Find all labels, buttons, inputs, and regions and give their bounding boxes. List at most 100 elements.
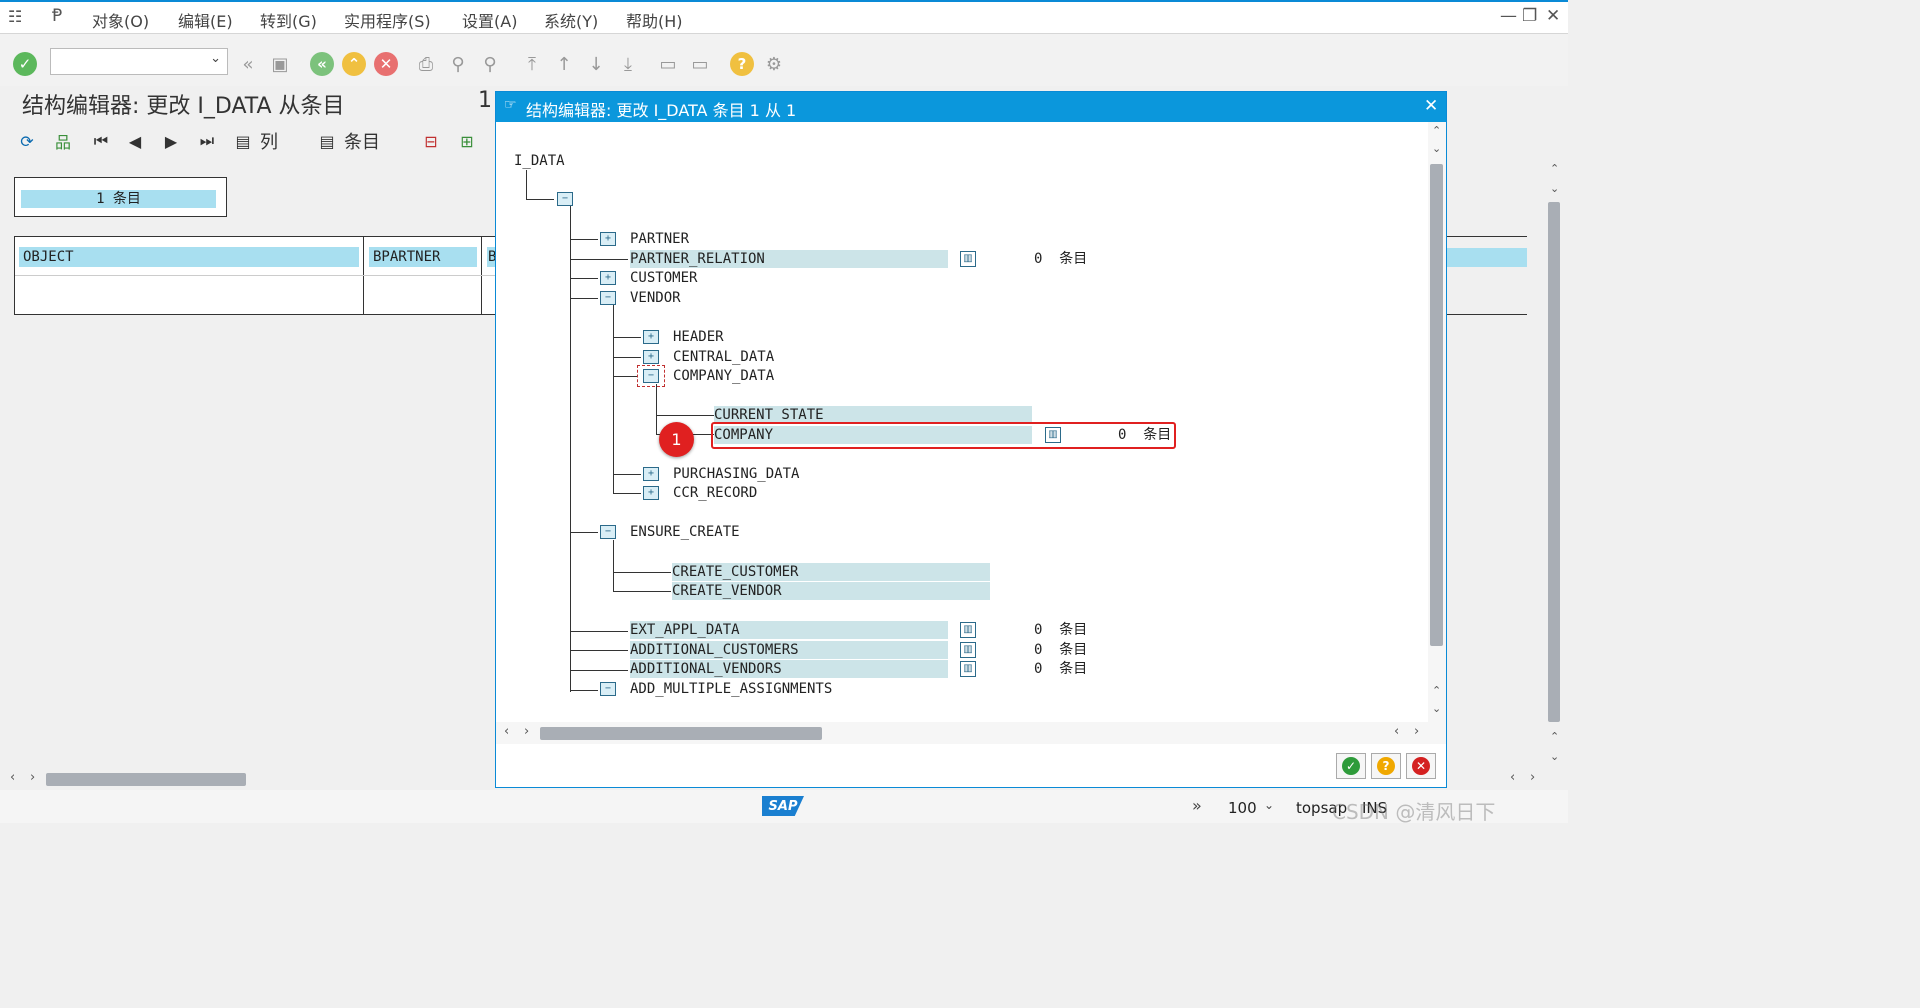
scroll-up-icon[interactable]: ⌃ <box>1432 124 1441 137</box>
scroll-down-icon[interactable]: ⌄ <box>1550 750 1559 763</box>
tree-node-company-data[interactable]: COMPANY_DATA <box>673 367 774 385</box>
dialog-close-icon[interactable]: ✕ <box>1424 96 1438 116</box>
main-vertical-scrollbar[interactable]: ⌃ ⌄ ⌃ ⌄ <box>1546 160 1564 770</box>
minimize-button[interactable]: — <box>1500 6 1517 26</box>
status-expand-icon[interactable]: » <box>1192 796 1202 815</box>
tree-node-add-multiple-assignments[interactable]: ADD_MULTIPLE_ASSIGNMENTS <box>630 680 832 698</box>
find-icon[interactable]: ⚲ <box>446 52 470 76</box>
menu-help[interactable]: 帮助(H) <box>626 8 683 32</box>
last-page-icon[interactable]: ⤓ <box>616 52 640 76</box>
last-entry-icon[interactable]: ⏭ <box>196 130 218 152</box>
menu-system[interactable]: 系统(Y) <box>544 8 598 32</box>
zoom-value[interactable]: 100 <box>1228 799 1257 817</box>
enter-check-icon[interactable]: ✓ <box>13 52 37 76</box>
menu-object[interactable]: 对象(O) <box>92 8 149 32</box>
shortcut-icon[interactable]: ▭ <box>688 52 712 76</box>
tree-node-ext-appl-data[interactable]: EXT_APPL_DATA <box>630 621 740 639</box>
cancel-button[interactable]: ✕ <box>1406 753 1436 779</box>
collapse-folder-icon[interactable]: − <box>643 369 659 383</box>
table-icon[interactable]: ▥ <box>960 251 976 267</box>
tree-node-additional-vendors[interactable]: ADDITIONAL_VENDORS <box>630 660 782 678</box>
first-page-icon[interactable]: ⤒ <box>520 52 544 76</box>
expand-folder-icon[interactable]: + <box>600 232 616 246</box>
gear-icon[interactable]: ⚙ <box>762 52 786 76</box>
dialog-horizontal-scrollbar[interactable]: ‹ › ‹ › <box>496 722 1446 744</box>
chevron-down-icon[interactable]: ⌄ <box>1264 798 1274 812</box>
scroll-down-icon[interactable]: ⌄ <box>1432 702 1441 715</box>
expand-folder-icon[interactable]: + <box>643 330 659 344</box>
scroll-left-icon[interactable]: ‹ <box>10 770 15 785</box>
scroll-thumb[interactable] <box>1430 164 1443 646</box>
dialog-vertical-scrollbar[interactable]: ⌃ ⌄ ⌃ ⌄ <box>1428 122 1446 722</box>
column-header-object[interactable]: OBJECT <box>19 247 359 267</box>
find-next-icon[interactable]: ⚲ <box>478 52 502 76</box>
dialog-menu-icon[interactable]: ☞ <box>504 97 517 113</box>
collapse-folder-icon[interactable]: − <box>600 291 616 305</box>
help-icon[interactable]: ? <box>730 52 754 76</box>
restore-button[interactable]: ❐ <box>1522 6 1537 26</box>
scroll-up-icon[interactable]: ⌃ <box>1550 162 1559 175</box>
scroll-thumb[interactable] <box>540 727 822 740</box>
menu-icon[interactable]: ☷ <box>8 7 22 26</box>
grid-horizontal-scrollbar[interactable]: ‹ › <box>0 770 495 790</box>
hierarchy-icon[interactable]: 品 <box>52 130 74 152</box>
expand-folder-icon[interactable]: + <box>600 271 616 285</box>
double-back-icon[interactable]: « <box>236 52 260 76</box>
scroll-right-icon[interactable]: › <box>1530 770 1535 785</box>
menu-settings[interactable]: 设置(A) <box>462 8 517 32</box>
expand-folder-icon[interactable]: + <box>643 486 659 500</box>
close-window-button[interactable]: ✕ <box>1546 6 1560 26</box>
menu-utilities[interactable]: 实用程序(S) <box>344 8 431 32</box>
save-icon[interactable]: ▣ <box>268 52 292 76</box>
scroll-down-icon[interactable]: ⌄ <box>1550 182 1559 195</box>
scroll-down-icon[interactable]: ⌄ <box>1432 142 1441 155</box>
new-session-icon[interactable]: ▭ <box>656 52 680 76</box>
entries-button[interactable]: ▤ 条目 <box>316 128 380 154</box>
tree-node-vendor[interactable]: VENDOR <box>630 289 681 307</box>
previous-entry-icon[interactable]: ◀ <box>124 130 146 152</box>
collapse-folder-icon[interactable]: − <box>600 525 616 539</box>
chevron-down-icon[interactable]: ⌄ <box>210 51 221 66</box>
table-icon[interactable]: ▥ <box>960 661 976 677</box>
tree-node-create-vendor[interactable]: CREATE_VENDOR <box>672 582 782 600</box>
scroll-left-icon[interactable]: ‹ <box>1510 770 1515 785</box>
tree-node-header[interactable]: HEADER <box>673 328 724 346</box>
tree-node-create-customer[interactable]: CREATE_CUSTOMER <box>672 563 798 581</box>
scroll-thumb[interactable] <box>46 773 246 786</box>
confirm-button[interactable]: ✓ <box>1336 753 1366 779</box>
next-page-icon[interactable]: ↓ <box>584 52 608 76</box>
expand-folder-icon[interactable]: + <box>643 467 659 481</box>
tree-node-additional-customers[interactable]: ADDITIONAL_CUSTOMERS <box>630 641 799 659</box>
tree-node-purchasing-data[interactable]: PURCHASING_DATA <box>673 465 799 483</box>
tree-node-ccr-record[interactable]: CCR_RECORD <box>673 484 757 502</box>
back-icon[interactable]: « <box>310 52 334 76</box>
next-entry-icon[interactable]: ▶ <box>160 130 182 152</box>
table-icon[interactable]: ▥ <box>960 642 976 658</box>
previous-page-icon[interactable]: ↑ <box>552 52 576 76</box>
first-entry-icon[interactable]: ⏮ <box>90 130 112 152</box>
scroll-up-icon[interactable]: ⌃ <box>1550 730 1559 743</box>
menu-edit[interactable]: 编辑(E) <box>178 8 233 32</box>
tree-node-partner-relation[interactable]: PARTNER_RELATION <box>630 250 765 268</box>
exit-icon[interactable]: ⌃ <box>342 52 366 76</box>
scroll-left-icon[interactable]: ‹ <box>1394 724 1399 739</box>
insert-row-icon[interactable]: ⊞ <box>456 130 478 152</box>
tree-node-ensure-create[interactable]: ENSURE_CREATE <box>630 523 740 541</box>
command-field[interactable]: ⌄ <box>50 48 228 75</box>
delete-row-icon[interactable]: ⊟ <box>420 130 442 152</box>
scroll-right-icon[interactable]: › <box>1414 724 1419 739</box>
scroll-right-icon[interactable]: › <box>30 770 35 785</box>
tree-node-central-data[interactable]: CENTRAL_DATA <box>673 348 774 366</box>
columns-button[interactable]: ▤ 列 <box>232 128 278 154</box>
help-button[interactable]: ? <box>1371 753 1401 779</box>
collapse-folder-icon[interactable]: − <box>600 682 616 696</box>
scroll-thumb[interactable] <box>1548 202 1560 722</box>
column-header-bpartner[interactable]: BPARTNER <box>369 247 477 267</box>
sap-menu-icon[interactable]: Ᵽ <box>52 6 62 26</box>
expand-folder-icon[interactable]: + <box>643 350 659 364</box>
refresh-icon[interactable]: ⟳ <box>16 130 38 152</box>
tree-node-customer[interactable]: CUSTOMER <box>630 269 697 287</box>
tree-node-partner[interactable]: PARTNER <box>630 230 689 248</box>
scroll-right-icon[interactable]: › <box>524 724 529 739</box>
menu-goto[interactable]: 转到(G) <box>260 8 317 32</box>
